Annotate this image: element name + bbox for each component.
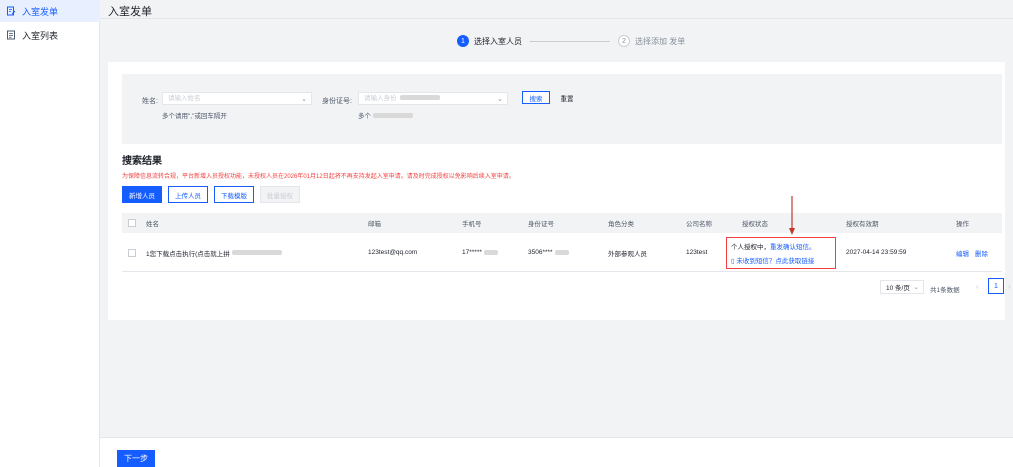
prev-page-icon[interactable]: ‹ <box>976 282 979 291</box>
auth-status-cell: 个人授权中，重发确认短信。 ▯ 未收到短信？点此获取链接 <box>726 237 836 269</box>
id-hint: 多个 <box>358 110 413 120</box>
sidebar-item-label: 入室列表 <box>22 30 59 41</box>
auth-notice: 为保障信息流转合规，平台新增入员授权功能，未授权人员在2026年01月12日起将… <box>122 174 515 180</box>
sidebar: 入室发单 入室列表 <box>0 0 100 467</box>
name-select[interactable]: 请输入姓名 ⌄ <box>162 92 312 105</box>
step-1-label: 选择入室人员 <box>474 36 522 46</box>
page-number-current[interactable]: 1 <box>988 278 1004 294</box>
col-name: 姓名 <box>146 221 159 228</box>
col-id: 身份证号 <box>528 221 554 228</box>
next-step-button[interactable]: 下一步 <box>117 450 155 467</box>
divider <box>100 18 1013 19</box>
next-page-icon[interactable]: › <box>1008 282 1011 291</box>
content-card: 姓名: 请输入姓名 ⌄ 多个请用","或回车隔开 身份证号: 请输入身份 ⌄ 多… <box>108 62 1011 320</box>
step-2-label: 选择添加 发单 <box>635 36 686 46</box>
edit-link[interactable]: 编辑 <box>956 248 969 258</box>
upload-person-button[interactable]: 上传人员 <box>168 186 208 203</box>
footer-bar <box>100 437 1013 467</box>
sidebar-item-list[interactable]: 入室列表 <box>0 24 100 46</box>
phone-icon: ▯ <box>731 258 735 265</box>
page-size-select[interactable]: 10 条/页 ⌄ <box>880 280 924 294</box>
sidebar-item-label: 入室发单 <box>22 6 59 17</box>
search-filter-panel: 姓名: 请输入姓名 ⌄ 多个请用","或回车隔开 身份证号: 请输入身份 ⌄ 多… <box>122 74 1002 144</box>
search-button[interactable]: 搜索 <box>522 91 550 104</box>
chevron-down-icon: ⌄ <box>497 96 503 103</box>
col-email: 邮箱 <box>368 221 381 228</box>
page-size-value: 10 条/页 <box>886 285 910 292</box>
cell-role: 外部参观人员 <box>608 250 647 258</box>
cell-id: 3506**** <box>528 234 569 271</box>
id-placeholder: 请输入身份 <box>364 95 397 102</box>
results-title: 搜索结果 <box>122 156 162 167</box>
table-header: 姓名 邮箱 手机号 身份证号 角色分类 公司名称 授权状态 授权有效期 操作 <box>122 213 1002 233</box>
step-1-number: 1 <box>457 35 469 47</box>
annotation-arrow-icon <box>789 196 795 235</box>
col-auth-status: 授权状态 <box>742 221 768 228</box>
stepper: 1 选择入室人员 2 选择添加 发单 <box>457 34 685 48</box>
name-hint: 多个请用","或回车隔开 <box>162 113 227 120</box>
batch-auth-button[interactable]: 批量授权 <box>260 186 300 203</box>
table-row: 1您下载点击执行(点击就上拼 123test@qq.com 17***** 35… <box>122 234 1002 272</box>
name-label: 姓名: <box>142 98 158 105</box>
document-edit-icon <box>6 6 16 16</box>
page-title: 入室发单 <box>108 6 152 18</box>
col-actions: 操作 <box>956 221 969 228</box>
col-auth-expiry: 授权有效期 <box>846 221 879 228</box>
chevron-down-icon: ⌄ <box>913 284 919 291</box>
download-template-button[interactable]: 下载模版 <box>214 186 254 203</box>
step-connector <box>530 40 610 42</box>
delete-link[interactable]: 删除 <box>975 248 988 258</box>
id-label: 身份证号: <box>322 98 352 105</box>
select-all-checkbox[interactable] <box>128 213 136 233</box>
cell-actions: 编辑 删除 <box>956 234 988 271</box>
chevron-down-icon: ⌄ <box>301 96 307 103</box>
redacted-text <box>400 95 441 100</box>
main-content: 入室发单 1 选择入室人员 2 选择添加 发单 姓名: 请输入姓名 ⌄ 多个请用… <box>100 0 1013 467</box>
id-select[interactable]: 请输入身份 ⌄ <box>358 92 508 105</box>
auth-status-text: 个人授权中， <box>731 244 770 251</box>
total-count: 共1条数据 <box>930 287 960 294</box>
get-link-button[interactable]: 未收到短信？点此获取链接 <box>736 258 814 265</box>
add-person-button[interactable]: 新增人员 <box>122 186 162 203</box>
sidebar-item-dispatch[interactable]: 入室发单 <box>0 0 100 22</box>
name-placeholder: 请输入姓名 <box>168 95 201 102</box>
col-phone: 手机号 <box>462 221 482 228</box>
cell-name: 1您下载点击执行(点击就上拼 <box>146 234 282 271</box>
cell-auth-expiry: 2027-04-14 23:59:59 <box>846 249 907 256</box>
step-2-number: 2 <box>618 35 630 47</box>
cell-company: 123test <box>686 249 708 256</box>
cell-email: 123test@qq.com <box>368 249 418 256</box>
cell-phone: 17***** <box>462 234 498 271</box>
row-checkbox[interactable] <box>128 234 136 271</box>
col-role: 角色分类 <box>608 221 634 228</box>
resend-sms-link[interactable]: 重发确认短信。 <box>770 244 816 251</box>
document-list-icon <box>6 30 16 40</box>
reset-button[interactable]: 重置 <box>556 91 578 104</box>
col-company: 公司名称 <box>686 221 712 228</box>
